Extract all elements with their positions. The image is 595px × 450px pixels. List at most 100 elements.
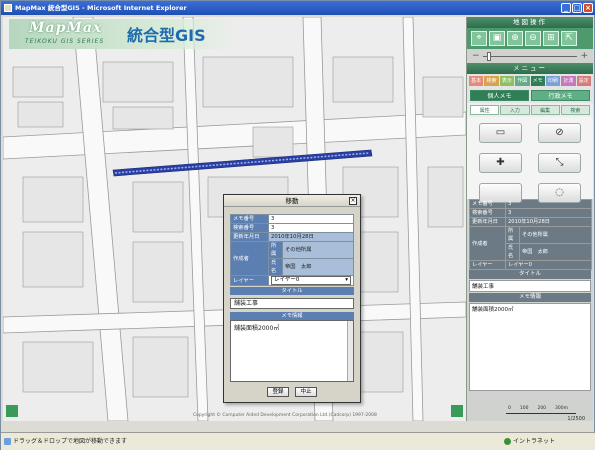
dialog-search-number-label: 検索番号 xyxy=(230,223,269,233)
map-ops-toolbar: ⌖ ▣ ⊕ ⊖ ⊞ ⇱ xyxy=(467,28,593,49)
panel-memo-value: 舗装面積2000㎡ xyxy=(469,303,591,391)
logo-gis: 統合型GIS xyxy=(127,26,206,45)
dialog-memo-section: メモ情報 xyxy=(230,312,354,320)
register-button[interactable]: 登録 xyxy=(267,387,289,397)
panel-title-value: 舗装工事 xyxy=(469,280,591,292)
table-row: 更新年月日 2010年10月28日 xyxy=(230,232,354,242)
menu-tab-print[interactable]: 印刷 xyxy=(545,76,561,86)
browser-window: MapMax 統合型GIS - Microsoft Internet Explo… xyxy=(0,0,595,450)
table-row: 検索番号 3 xyxy=(469,208,592,218)
dialog-titlebar[interactable]: 移動 × xyxy=(224,195,360,207)
zoom-track[interactable] xyxy=(483,56,577,57)
menu-tab-settings[interactable]: 設定 xyxy=(576,76,591,86)
dialog-layer-cell: レイヤー0 ▾ xyxy=(268,275,354,286)
tab-edit[interactable]: 編集 xyxy=(530,105,560,115)
tab-personal-memo[interactable]: 個人メモ xyxy=(470,90,529,101)
side-panel: 地図操作 ⌖ ▣ ⊕ ⊖ ⊞ ⇱ − + メニュー 基本 検索 表示 作図 メモ… xyxy=(466,17,593,421)
menu-tab-draw[interactable]: 作図 xyxy=(515,76,530,86)
dialog-updated-date-value: 2010年10月28日 xyxy=(268,232,354,242)
add-memo-button[interactable]: ✚ xyxy=(479,153,522,173)
affiliation-label: 所属 xyxy=(505,226,520,244)
zoom-plus-icon[interactable]: + xyxy=(580,51,588,61)
layer-select[interactable]: レイヤー0 ▾ xyxy=(271,276,351,285)
move-memo-button[interactable]: ⤡ xyxy=(538,153,581,173)
memo-tools: ▭ ⊘ ✚ ⤡ ◌ xyxy=(467,117,593,203)
minimize-button[interactable]: _ xyxy=(561,3,571,13)
search-number-label: 検索番号 xyxy=(469,208,506,218)
pan-tool-button[interactable]: ⌖ xyxy=(471,31,487,46)
copyright-text: Copyright © Computer Aided Development C… xyxy=(193,413,377,418)
tab-admin-memo[interactable]: 行政メモ xyxy=(531,90,590,101)
scale-bar: 0 100 200 300m 1/2500 xyxy=(466,405,591,422)
circle-tool-button[interactable]: ◌ xyxy=(538,183,581,203)
name-label: 氏名 xyxy=(505,243,520,261)
dialog-name-label: 氏名 xyxy=(268,258,283,276)
close-window-button[interactable]: × xyxy=(583,3,593,13)
table-row: レイヤー レイヤー0 xyxy=(469,260,592,270)
rectangle-tool-button[interactable]: ▭ xyxy=(479,123,522,143)
scale-ratio: 1/2500 xyxy=(567,416,585,422)
tab-search[interactable]: 検索 xyxy=(560,105,590,115)
security-zone: イントラネット xyxy=(513,438,556,445)
status-text: ドラッグ＆ドロップで地図が移動できます xyxy=(13,438,128,445)
map-ops-title: 地図操作 xyxy=(467,17,593,28)
dialog-title: 移動 xyxy=(285,197,299,205)
logo-series: TEIKOKU GIS SERIES xyxy=(25,38,105,45)
scale-line xyxy=(506,413,576,414)
chevron-down-icon[interactable]: ▾ xyxy=(345,277,348,284)
menu-tab-search[interactable]: 検索 xyxy=(484,76,499,86)
dialog-close-button[interactable]: × xyxy=(349,197,357,205)
memo-text: 舗装面積2000㎡ xyxy=(234,325,280,332)
dialog-body: メモ番号 3 検索番号 3 更新年月日 2010年10月28日 作成者 所属 そ… xyxy=(224,207,360,397)
delete-tool-button[interactable]: ⊘ xyxy=(538,123,581,143)
affiliation-value: その他所属 xyxy=(519,226,592,244)
title-bar: MapMax 統合型GIS - Microsoft Internet Explo… xyxy=(1,1,595,15)
intranet-icon xyxy=(504,438,511,445)
scale-labels: 0 100 200 300m xyxy=(508,406,569,411)
search-number-value: 3 xyxy=(505,208,592,218)
table-row: 作成者 所属 その他所属 xyxy=(469,226,592,261)
cancel-button[interactable]: 中止 xyxy=(295,387,317,397)
dialog-memo-number-label: メモ番号 xyxy=(230,214,269,224)
dialog-title-section: タイトル xyxy=(230,287,354,295)
author-label: 作成者 xyxy=(469,226,506,261)
ie-icon xyxy=(4,4,12,12)
layer-select-value: レイヤー0 xyxy=(274,277,300,283)
menu-tab-basic[interactable]: 基本 xyxy=(469,76,484,86)
dialog-memo-number-value: 3 xyxy=(268,214,354,224)
logo-mapmax: MapMax xyxy=(29,20,103,36)
dialog-layer-label: レイヤー xyxy=(230,275,269,286)
zoom-in-button[interactable]: ⊕ xyxy=(507,31,523,46)
menu-tab-measure[interactable]: 計測 xyxy=(561,76,576,86)
memo-subtabs: 個人メモ 行政メモ xyxy=(467,88,593,103)
zoom-minus-icon[interactable]: − xyxy=(472,51,480,61)
menu-tabs: 基本 検索 表示 作図 メモ 印刷 計測 設定 xyxy=(467,74,593,88)
tab-input[interactable]: 入力 xyxy=(500,105,530,115)
previous-view-button[interactable]: ⇱ xyxy=(561,31,577,46)
dialog-affiliation-value: その他所属 xyxy=(282,241,354,259)
updated-date-value: 2010年10月28日 xyxy=(505,217,592,227)
memo-scrollbar[interactable] xyxy=(347,321,353,381)
table-row: レイヤー レイヤー0 ▾ xyxy=(230,275,354,286)
dialog-search-number-value[interactable]: 3 xyxy=(268,223,354,233)
memo-textarea[interactable]: 舗装面積2000㎡ xyxy=(230,320,354,382)
title-input[interactable]: 舗装工事 xyxy=(230,298,354,309)
tab-attribute[interactable]: 属性 xyxy=(470,105,500,115)
dialog-buttons: 登録 中止 xyxy=(230,387,354,397)
panel-memo-section: メモ情報 xyxy=(469,293,591,302)
zoom-knob[interactable] xyxy=(487,52,491,61)
dialog-info-table: メモ番号 3 検索番号 3 更新年月日 2010年10月28日 作成者 所属 そ… xyxy=(230,214,354,286)
app-logo: MapMax TEIKOKU GIS SERIES 統合型GIS xyxy=(9,19,239,49)
maximize-button[interactable]: □ xyxy=(572,3,582,13)
layer-label: レイヤー xyxy=(469,260,506,270)
layer-value: レイヤー0 xyxy=(505,260,592,270)
full-extent-button[interactable]: ⊞ xyxy=(543,31,559,46)
select-tool-button[interactable]: ▣ xyxy=(489,31,505,46)
menu-tab-display[interactable]: 表示 xyxy=(499,76,515,86)
zoom-slider[interactable]: − + xyxy=(467,49,593,63)
panel-title-section: タイトル xyxy=(469,270,591,279)
table-row: メモ番号 3 xyxy=(230,214,354,224)
updated-date-label: 更新年月日 xyxy=(469,217,506,227)
zoom-out-button[interactable]: ⊖ xyxy=(525,31,541,46)
menu-tab-memo[interactable]: メモ xyxy=(530,76,545,86)
